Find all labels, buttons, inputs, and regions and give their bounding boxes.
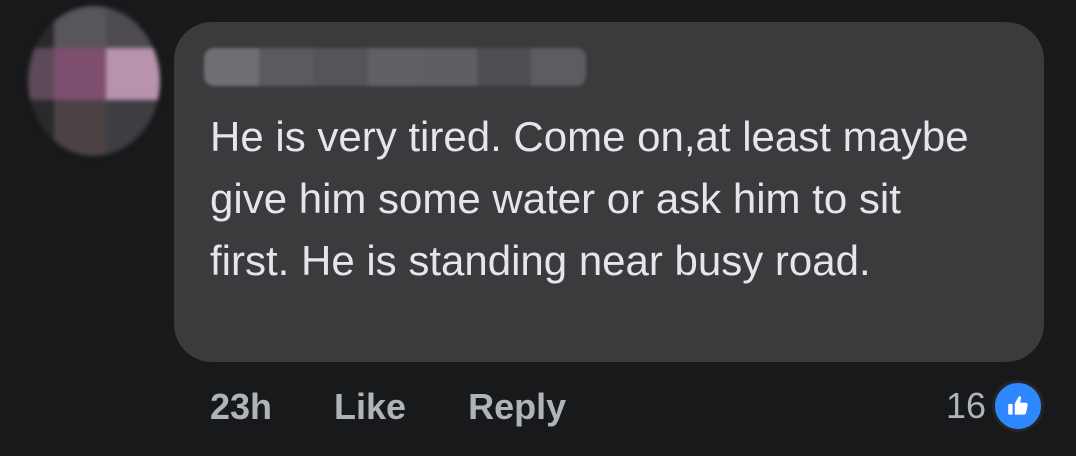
comment-timestamp[interactable]: 23h bbox=[210, 386, 272, 428]
author-name-redacted[interactable] bbox=[204, 48, 586, 86]
comment-bubble: He is very tired. Come on,at least maybe… bbox=[174, 22, 1044, 362]
avatar-redacted[interactable] bbox=[28, 6, 160, 156]
reaction-count: 16 bbox=[945, 385, 986, 426]
reply-button[interactable]: Reply bbox=[468, 386, 566, 428]
comment-text: He is very tired. Come on,at least maybe… bbox=[210, 113, 969, 284]
thumbs-up-icon bbox=[992, 380, 1044, 432]
reaction-summary[interactable]: 16 bbox=[946, 380, 1044, 432]
comment-actions: 23h Like Reply bbox=[210, 386, 566, 428]
like-button[interactable]: Like bbox=[334, 386, 406, 428]
